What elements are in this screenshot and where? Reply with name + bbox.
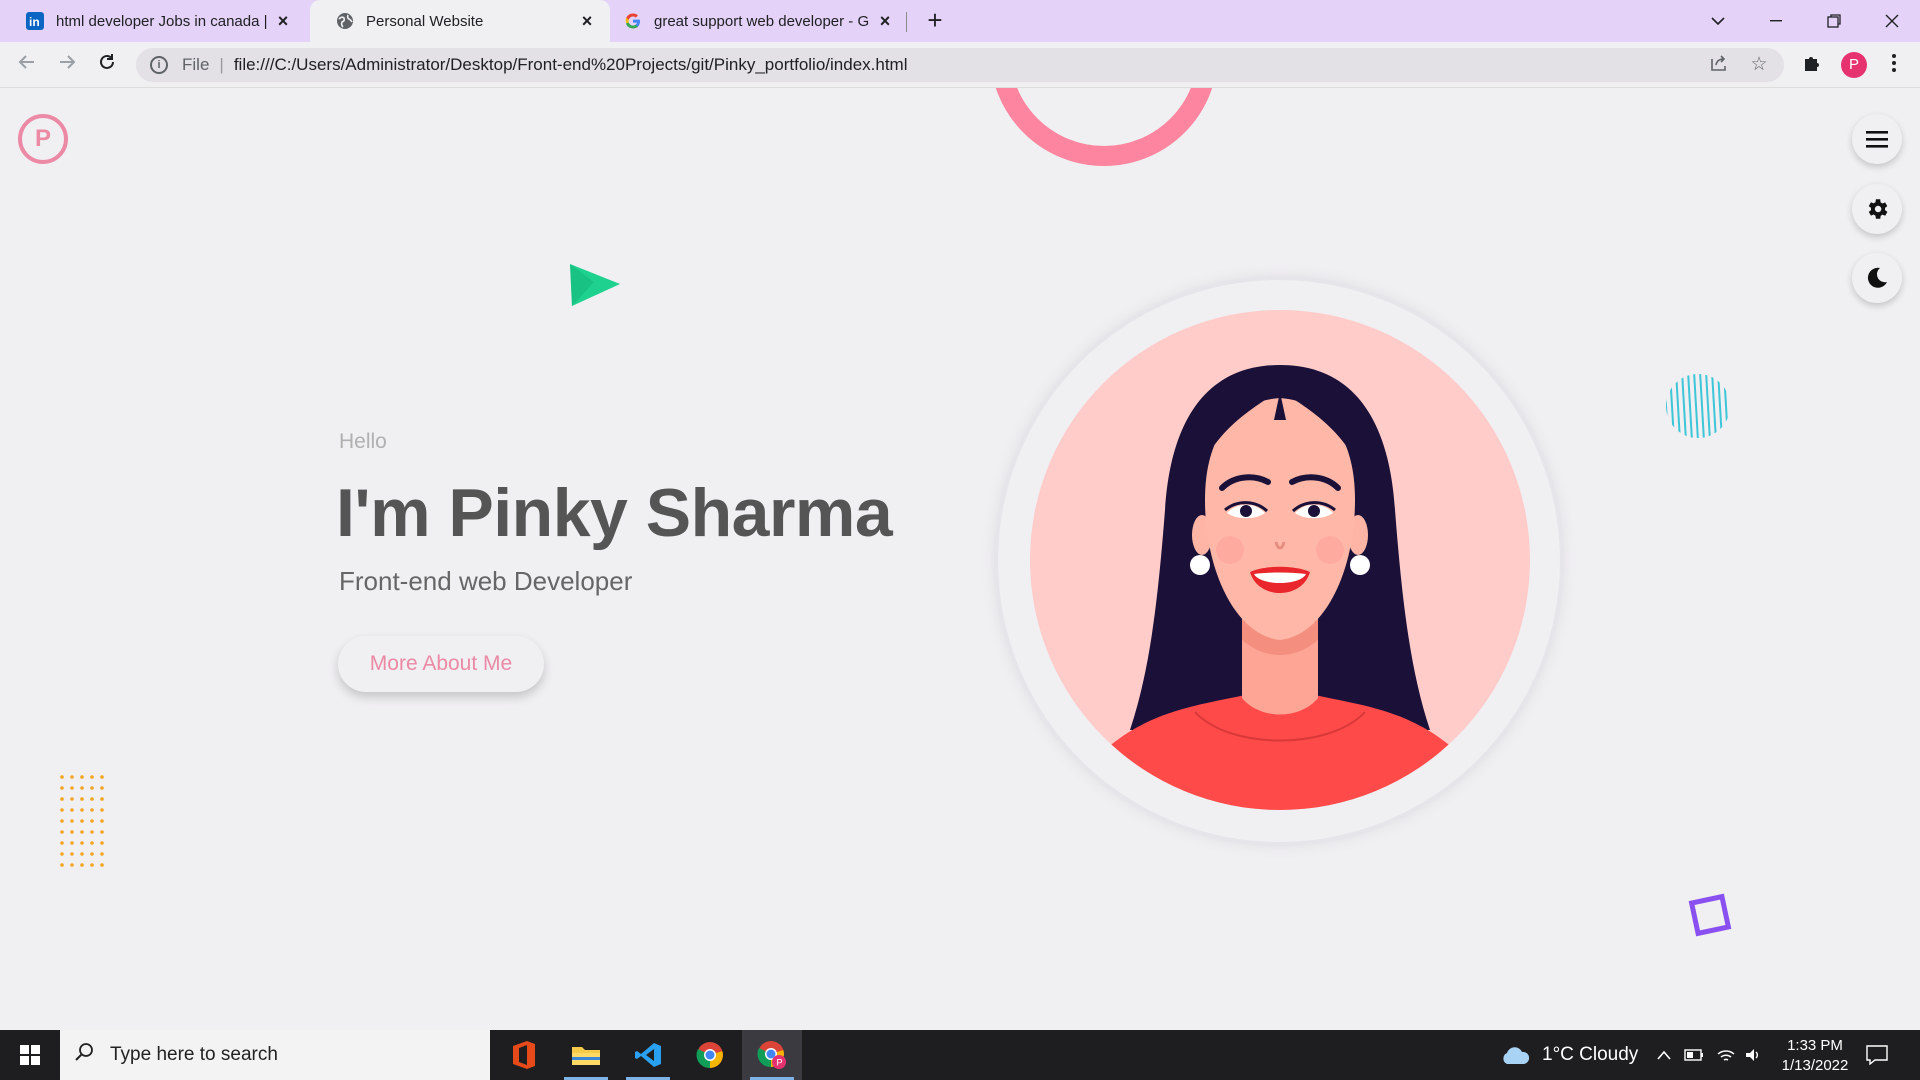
settings-button[interactable]	[1852, 184, 1902, 234]
volume-icon[interactable]	[1744, 1030, 1762, 1080]
windows-start-button[interactable]	[0, 1030, 60, 1080]
notifications-icon[interactable]	[1866, 1030, 1888, 1080]
profile-avatar[interactable]: P	[1841, 52, 1867, 78]
restore-button[interactable]	[1806, 0, 1862, 42]
gear-icon	[1868, 199, 1888, 219]
url-divider: |	[219, 55, 224, 74]
hero-role-subtitle: Front-end web Developer	[339, 566, 633, 596]
weather-widget[interactable]: 1°C Cloudy	[1500, 1030, 1638, 1080]
chrome-icon	[696, 1042, 723, 1069]
vscode-icon	[635, 1043, 661, 1067]
decorative-purple-square	[1688, 893, 1732, 937]
avatar-illustration	[1030, 310, 1530, 810]
cloud-icon	[1503, 1047, 1530, 1064]
folder-icon	[572, 1047, 600, 1065]
decorative-teal-lines	[1666, 374, 1730, 438]
office-icon	[513, 1041, 535, 1069]
browser-tab-strip: in html developer Jobs in canada | L × P…	[0, 0, 1920, 42]
weather-text: 1°C Cloudy	[1542, 1044, 1639, 1065]
back-arrow-icon[interactable]	[13, 51, 41, 79]
taskbar-vscode[interactable]	[618, 1030, 678, 1080]
taskbar-chrome[interactable]	[680, 1030, 740, 1080]
windows-taskbar: Type here to search P 1°C Cloudy 1:33 PM…	[0, 1030, 1920, 1080]
taskbar-office-app[interactable]	[494, 1030, 554, 1080]
clock-time: 1:33 PM	[1787, 1037, 1843, 1054]
hero-name-heading: I'm Pinky Sharma	[336, 475, 893, 551]
close-tab-icon[interactable]: ×	[274, 12, 292, 30]
address-bar[interactable]: i File | file:///C:/Users/Administrator/…	[136, 48, 1784, 82]
tab-title: Personal Website	[366, 12, 484, 30]
clock-date: 1/13/2022	[1781, 1057, 1849, 1074]
forward-arrow-icon[interactable]	[53, 51, 81, 79]
new-tab-button[interactable]: +	[922, 7, 948, 34]
browser-menu-icon[interactable]	[1882, 53, 1906, 77]
tab-title: html developer Jobs in canada | L	[56, 12, 271, 30]
taskbar-chrome-profile[interactable]: P	[742, 1030, 802, 1080]
hidden-icons-chevron-icon[interactable]	[1656, 1030, 1672, 1080]
search-placeholder: Type here to search	[110, 1044, 278, 1065]
close-tab-icon[interactable]: ×	[578, 12, 596, 30]
svg-text:P: P	[777, 1058, 783, 1068]
share-icon[interactable]	[1708, 54, 1730, 76]
decorative-pink-ring	[990, 88, 1218, 166]
tab-linkedin-jobs[interactable]: in html developer Jobs in canada | L ×	[0, 0, 306, 42]
tab-google-search[interactable]: great support web developer - G ×	[610, 0, 908, 42]
url-text[interactable]: file:///C:/Users/Administrator/Desktop/F…	[234, 55, 908, 75]
moon-icon	[1867, 267, 1887, 288]
close-window-button[interactable]	[1864, 0, 1920, 42]
decorative-orange-dots	[60, 775, 104, 867]
minimize-button[interactable]	[1748, 0, 1804, 42]
system-clock[interactable]: 1:33 PM 1/13/2022	[1770, 1036, 1860, 1076]
bookmark-star-icon[interactable]: ☆	[1748, 54, 1770, 76]
browser-toolbar: i File | file:///C:/Users/Administrator/…	[0, 42, 1920, 88]
linkedin-icon: in	[26, 12, 44, 30]
tab-title: great support web developer - G	[654, 12, 870, 30]
decorative-green-triangle	[570, 264, 620, 306]
portfolio-page: P Hello I'm Pinky Sharma Front-end web D…	[0, 88, 1920, 1030]
tab-personal-website[interactable]: Personal Website ×	[310, 0, 610, 42]
svg-text:in: in	[29, 15, 40, 29]
reload-icon[interactable]	[93, 51, 121, 79]
globe-icon	[336, 12, 354, 30]
tab-search-chevron-icon[interactable]	[1690, 0, 1746, 42]
wifi-icon[interactable]	[1716, 1030, 1736, 1080]
menu-hamburger-button[interactable]	[1852, 114, 1902, 164]
tab-separator	[906, 12, 907, 32]
battery-icon[interactable]	[1684, 1030, 1704, 1080]
greeting-text: Hello	[339, 430, 387, 453]
search-icon	[74, 1042, 94, 1068]
close-tab-icon[interactable]: ×	[876, 12, 894, 30]
extensions-puzzle-icon[interactable]	[1800, 53, 1824, 77]
taskbar-search-box[interactable]: Type here to search	[60, 1030, 490, 1080]
dark-mode-toggle[interactable]	[1852, 253, 1902, 303]
hamburger-icon	[1866, 131, 1888, 148]
google-icon	[624, 12, 642, 30]
site-info-icon[interactable]: i	[150, 56, 168, 74]
windows-logo-icon	[20, 1045, 40, 1065]
more-about-me-button[interactable]: More About Me	[338, 636, 544, 692]
taskbar-file-explorer[interactable]	[556, 1030, 616, 1080]
site-logo[interactable]: P	[18, 114, 68, 164]
chrome-profile-icon: P	[757, 1041, 786, 1069]
url-scheme-label: File	[182, 55, 210, 74]
